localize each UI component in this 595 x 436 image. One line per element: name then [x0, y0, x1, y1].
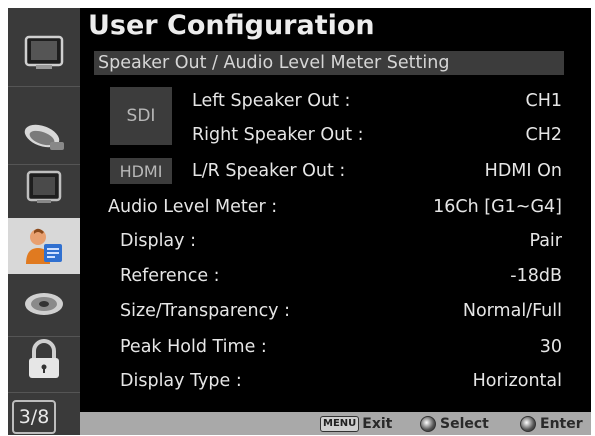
screen-icon: [26, 170, 62, 203]
lock-icon: [29, 339, 59, 378]
setting-value: 30: [539, 337, 562, 357]
setting-row-peak-hold-time[interactable]: Peak Hold Time : 30: [80, 332, 591, 362]
setting-label: Audio Level Meter :: [108, 197, 278, 217]
setting-row-display[interactable]: Display : Pair: [80, 226, 591, 256]
sidebar-item-lock[interactable]: [8, 332, 80, 388]
setting-row-left-speaker-out[interactable]: Left Speaker Out : CH1: [80, 86, 591, 116]
exit-label: Exit: [362, 415, 393, 432]
page-indicator: 3/8: [12, 400, 56, 434]
setting-value: Normal/Full: [462, 301, 562, 321]
enter-hint[interactable]: Enter: [520, 412, 583, 435]
monitor-icon: [24, 35, 64, 69]
enter-label: Enter: [540, 415, 583, 432]
sidebar-item-signal[interactable]: [8, 108, 80, 164]
setting-row-audio-level-meter[interactable]: Audio Level Meter : 16Ch [G1~G4]: [80, 192, 591, 222]
jog-dial-press-icon: [520, 415, 536, 432]
satellite-dish-icon: [24, 124, 64, 150]
setting-row-reference[interactable]: Reference : -18dB: [80, 261, 591, 291]
setting-value: CH2: [525, 125, 562, 145]
setting-label: Display Type :: [120, 371, 242, 391]
setting-label: L/R Speaker Out :: [192, 161, 346, 181]
select-label: Select: [440, 415, 489, 432]
footer-hint-bar: MENU Exit Select Enter: [80, 412, 591, 435]
setting-value: HDMI On: [484, 161, 562, 181]
user-config-icon: [26, 228, 62, 264]
select-hint[interactable]: Select: [420, 412, 489, 435]
sidebar-item-screen[interactable]: [8, 160, 80, 216]
osd-screen: 3/8 User Configuration Speaker Out / Aud…: [8, 8, 591, 435]
setting-label: Peak Hold Time :: [120, 337, 267, 357]
sidebar: 3/8: [8, 8, 80, 435]
setting-label: Size/Transparency :: [120, 301, 291, 321]
setting-label: Display :: [120, 231, 196, 251]
jog-dial-icon: [420, 415, 436, 432]
setting-value: -18dB: [510, 266, 562, 286]
setting-value: 16Ch [G1~G4]: [433, 197, 562, 217]
setting-row-display-type[interactable]: Display Type : Horizontal: [80, 366, 591, 396]
setting-value: CH1: [525, 91, 562, 111]
setting-label: Reference :: [120, 266, 220, 286]
sidebar-item-monitor[interactable]: [8, 26, 80, 82]
setting-value: Pair: [529, 231, 562, 251]
sidebar-item-user-config[interactable]: [8, 218, 80, 274]
page-title: User Configuration: [88, 10, 375, 41]
setting-row-size-transparency[interactable]: Size/Transparency : Normal/Full: [80, 296, 591, 326]
main-panel: User Configuration Speaker Out / Audio L…: [80, 8, 591, 435]
disc-icon: [25, 293, 63, 315]
sidebar-item-disc[interactable]: [8, 276, 80, 332]
setting-row-right-speaker-out[interactable]: Right Speaker Out : CH2: [80, 120, 591, 150]
menu-key-icon: MENU: [320, 415, 360, 432]
setting-row-lr-speaker-out[interactable]: L/R Speaker Out : HDMI On: [80, 156, 591, 186]
setting-value: Horizontal: [472, 371, 562, 391]
exit-hint[interactable]: MENU Exit: [320, 412, 392, 435]
section-header: Speaker Out / Audio Level Meter Setting: [94, 51, 564, 75]
setting-label: Right Speaker Out :: [192, 125, 364, 145]
setting-label: Left Speaker Out :: [192, 91, 351, 111]
